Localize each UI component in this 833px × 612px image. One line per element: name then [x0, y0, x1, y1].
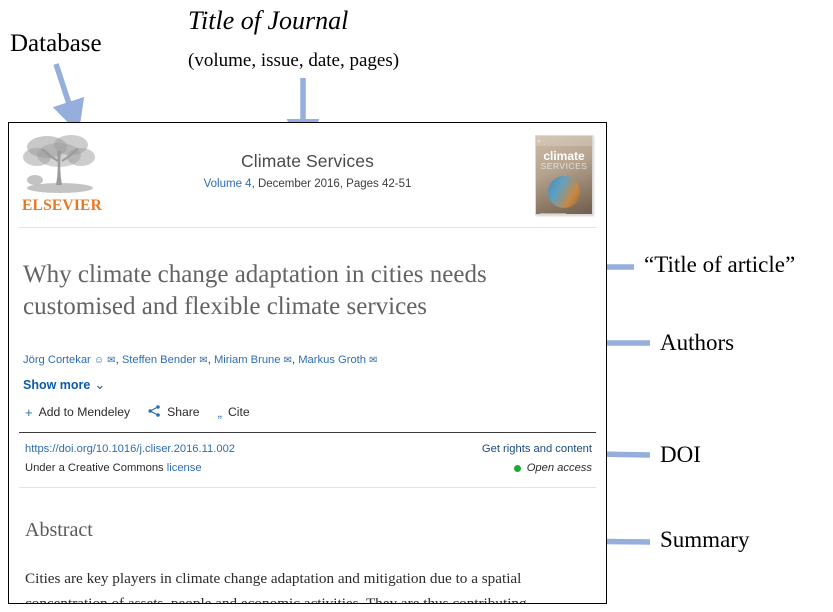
open-access-badge: Open access: [513, 462, 592, 475]
envelope-icon[interactable]: ✉: [107, 355, 115, 366]
journal-issue-meta: Volume 4, December 2016, Pages 42-51: [119, 178, 496, 190]
envelope-icon[interactable]: ✉: [284, 355, 292, 366]
journal-meta-rest: , December 2016, Pages 42-51: [251, 178, 412, 190]
article-title[interactable]: Why climate change adaptation in cities …: [9, 245, 606, 327]
elsevier-tree-icon: [23, 135, 95, 193]
abstract-text: Cities are key players in climate change…: [25, 570, 527, 604]
author-item[interactable]: Jörg Cortekar ☺ ✉: [23, 354, 116, 366]
author-name[interactable]: Miriam Brune: [214, 354, 281, 366]
journal-cover-thumbnail[interactable]: ■ climate SERVICES: [535, 135, 593, 215]
cover-footer-block: [540, 212, 566, 214]
journal-header: ELSEVIER Climate Services Volume 4, Dece…: [9, 123, 606, 227]
envelope-icon[interactable]: ✉: [369, 355, 377, 366]
divider-above-abstract: [19, 487, 596, 489]
elsevier-wordmark: ELSEVIER: [22, 197, 102, 214]
person-icon[interactable]: ☺: [94, 355, 104, 366]
quote-icon: „: [217, 404, 222, 420]
authors-list: Jörg Cortekar ☺ ✉, Steffen Bender ✉, Mir…: [9, 344, 606, 369]
open-access-dot-icon: [513, 464, 521, 472]
author-item[interactable]: Markus Groth ✉: [298, 354, 377, 366]
chevron-down-icon: ⌄: [94, 377, 106, 393]
license-link[interactable]: license: [167, 462, 202, 474]
cover-topbar: ■: [536, 136, 592, 146]
article-action-bar: + Add to Mendeley Share „ Cite: [9, 393, 606, 432]
divider-below-journal-header: [19, 227, 596, 228]
author-name[interactable]: Steffen Bender: [122, 354, 196, 366]
share-icon-svg: [148, 405, 160, 418]
journal-name[interactable]: Climate Services: [119, 151, 496, 172]
license-row: Under a Creative Commons license Open ac…: [9, 455, 606, 474]
doi-link[interactable]: https://doi.org/10.1016/j.cliser.2016.11…: [25, 443, 235, 455]
add-to-mendeley-button[interactable]: + Add to Mendeley: [25, 405, 130, 419]
author-item[interactable]: Miriam Brune ✉: [214, 354, 292, 366]
author-name[interactable]: Markus Groth: [298, 354, 366, 366]
author-item[interactable]: Steffen Bender ✉: [122, 354, 208, 366]
envelope-icon[interactable]: ✉: [199, 355, 207, 366]
journal-title-block: Climate Services Volume 4, December 2016…: [119, 151, 496, 190]
cite-button[interactable]: „ Cite: [218, 405, 250, 419]
cover-title: climate SERVICES: [536, 150, 592, 171]
share-icon: [148, 405, 161, 419]
journal-volume-link[interactable]: Volume 4: [204, 178, 252, 190]
abstract-heading: Abstract: [25, 518, 93, 541]
cite-label: Cite: [227, 405, 250, 420]
arrow-database: [52, 63, 85, 134]
open-access-label: Open access: [526, 462, 592, 475]
license-text: Under a Creative Commons license: [25, 462, 202, 474]
elsevier-logo[interactable]: ELSEVIER: [21, 131, 103, 219]
add-to-mendeley-label: Add to Mendeley: [38, 405, 131, 420]
cover-globe-graphic: [548, 175, 580, 208]
cover-title-line2: SERVICES: [540, 161, 588, 171]
author-name[interactable]: Jörg Cortekar: [23, 354, 91, 366]
article-record-card: ELSEVIER Climate Services Volume 4, Dece…: [8, 122, 607, 604]
get-rights-and-content-link[interactable]: Get rights and content: [482, 443, 592, 455]
plus-icon: +: [25, 404, 33, 420]
doi-row: https://doi.org/10.1016/j.cliser.2016.11…: [9, 433, 606, 455]
license-prefix: Under a Creative Commons: [25, 462, 167, 475]
share-label: Share: [167, 405, 200, 420]
share-button[interactable]: Share: [148, 405, 200, 419]
show-more-label: Show more: [23, 378, 91, 393]
show-more-button[interactable]: Show more ⌄: [9, 368, 606, 393]
